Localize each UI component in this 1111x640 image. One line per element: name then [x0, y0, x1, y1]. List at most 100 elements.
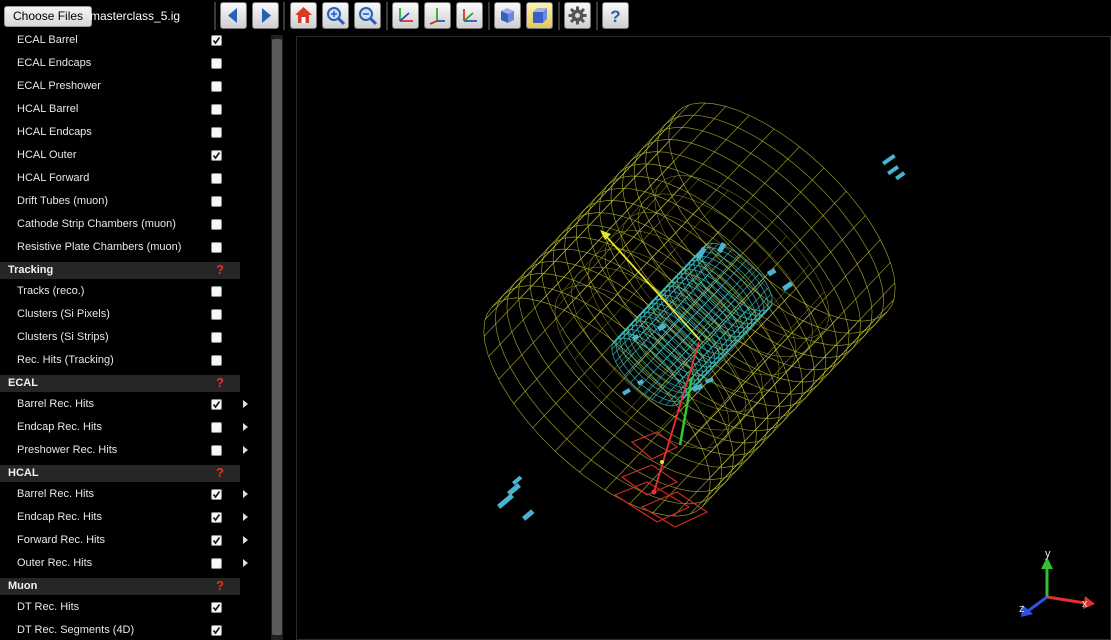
settings-button[interactable]	[564, 2, 591, 29]
expand-arrow-icon[interactable]	[243, 423, 248, 431]
help-button[interactable]: ?	[602, 2, 629, 29]
layer-item-label: ECAL Barrel	[17, 35, 78, 46]
layer-checkbox[interactable]	[211, 150, 222, 161]
choose-files-button[interactable]: Choose Files	[4, 6, 93, 27]
layer-checkbox[interactable]	[211, 445, 222, 456]
expand-arrow-icon[interactable]	[243, 559, 248, 567]
layer-item[interactable]: HCAL Barrel	[0, 98, 240, 121]
expand-arrow-icon[interactable]	[243, 536, 248, 544]
layer-item-label: Endcap Rec. Hits	[17, 421, 102, 433]
layer-item[interactable]: HCAL Endcaps	[0, 121, 240, 144]
event-display-viewport[interactable]: x y z	[296, 36, 1111, 640]
layer-item[interactable]: Clusters (Si Strips)	[0, 326, 240, 349]
y-axis-label: y	[1045, 548, 1051, 560]
layer-item[interactable]: Barrel Rec. Hits	[0, 393, 248, 416]
section-help-icon[interactable]: ?	[216, 375, 224, 390]
zoom-out-button[interactable]	[354, 2, 381, 29]
check-icon	[212, 401, 221, 409]
layer-item[interactable]: Drift Tubes (muon)	[0, 190, 240, 213]
layer-checkbox[interactable]	[211, 35, 222, 46]
expand-arrow-icon[interactable]	[243, 513, 248, 521]
layer-item[interactable]: HCAL Forward	[0, 167, 240, 190]
sidebar: ECAL Barrel ECAL Endcaps ECAL Preshower HCA…	[0, 35, 285, 640]
layer-checkbox[interactable]	[211, 558, 222, 569]
section-help-icon[interactable]: ?	[216, 262, 224, 277]
check-icon	[212, 37, 221, 45]
layer-checkbox[interactable]	[211, 242, 222, 253]
zoom-out-icon	[359, 7, 378, 26]
layer-item[interactable]: DT Rec. Segments (4D)	[0, 619, 240, 640]
layer-checkbox[interactable]	[211, 625, 222, 636]
expand-arrow-icon[interactable]	[243, 446, 248, 454]
layer-checkbox[interactable]	[211, 399, 222, 410]
view-xz-button[interactable]	[456, 2, 483, 29]
layer-checkbox[interactable]	[211, 535, 222, 546]
section-header-label: Muon	[8, 580, 38, 592]
layer-item-label: HCAL Forward	[17, 172, 90, 184]
z-axis-label: z	[1019, 603, 1025, 615]
scrollbar-thumb[interactable]	[272, 39, 282, 635]
layer-checkbox[interactable]	[211, 355, 222, 366]
event-display-scene: x y z	[483, 102, 1095, 617]
layer-item[interactable]: ECAL Endcaps	[0, 52, 240, 75]
layer-checkbox[interactable]	[211, 512, 222, 523]
zoom-in-button[interactable]	[322, 2, 349, 29]
axis-triad: x y z	[1019, 548, 1095, 617]
check-icon	[212, 491, 221, 499]
layer-checkbox[interactable]	[211, 196, 222, 207]
section-header-label: HCAL	[8, 467, 39, 479]
section-header-label: ECAL	[8, 377, 38, 389]
help-icon: ?	[610, 7, 620, 26]
layer-checkbox[interactable]	[211, 422, 222, 433]
section-help-icon[interactable]: ?	[216, 578, 224, 593]
layer-item[interactable]: Tracks (reco.)	[0, 280, 240, 303]
layer-item-label: DT Rec. Segments (4D)	[17, 624, 135, 636]
perspective-button[interactable]	[494, 2, 521, 29]
layer-item-label: Resistive Plate Chambers (muon)	[17, 241, 182, 253]
sidebar-scrollbar[interactable]	[271, 35, 283, 640]
view-xy-button[interactable]	[392, 2, 419, 29]
back-button[interactable]	[220, 2, 247, 29]
layer-item-label: Clusters (Si Strips)	[17, 331, 109, 343]
layer-item[interactable]: Resistive Plate Chambers (muon)	[0, 236, 240, 259]
layer-item-label: ECAL Preshower	[17, 80, 101, 92]
layer-checkbox[interactable]	[211, 127, 222, 138]
expand-arrow-icon[interactable]	[243, 490, 248, 498]
expand-arrow-icon[interactable]	[243, 400, 248, 408]
layer-item[interactable]: ECAL Barrel	[0, 35, 240, 52]
axes-yz-icon	[429, 8, 445, 25]
forward-button[interactable]	[252, 2, 279, 29]
layer-item[interactable]: ECAL Preshower	[0, 75, 240, 98]
layer-checkbox[interactable]	[211, 602, 222, 613]
layer-item-label: Tracks (reco.)	[17, 285, 85, 297]
layer-checkbox[interactable]	[211, 286, 222, 297]
layer-checkbox[interactable]	[211, 309, 222, 320]
layer-item[interactable]: Forward Rec. Hits	[0, 529, 248, 552]
layer-checkbox[interactable]	[211, 489, 222, 500]
z-axis-line	[1027, 595, 1048, 613]
orthographic-button[interactable]	[526, 2, 553, 29]
layer-item[interactable]: DT Rec. Hits	[0, 596, 240, 619]
layer-item[interactable]: HCAL Outer	[0, 144, 240, 167]
layer-item-label: Barrel Rec. Hits	[17, 398, 95, 410]
layer-item-label: Outer Rec. Hits	[17, 557, 93, 569]
layer-item[interactable]: Cathode Strip Chambers (muon)	[0, 213, 240, 236]
home-view-button[interactable]	[290, 2, 317, 29]
layer-checkbox[interactable]	[211, 58, 222, 69]
layer-item[interactable]: Rec. Hits (Tracking)	[0, 349, 240, 372]
home-icon	[295, 7, 312, 23]
layer-item[interactable]: Clusters (Si Pixels)	[0, 303, 240, 326]
toolbar: Choose Files masterclass_5.ig ?	[0, 0, 1111, 33]
layer-checkbox[interactable]	[211, 173, 222, 184]
layer-item[interactable]: Outer Rec. Hits	[0, 552, 248, 575]
layer-item[interactable]: Endcap Rec. Hits	[0, 506, 248, 529]
view-yz-button[interactable]	[424, 2, 451, 29]
layer-checkbox[interactable]	[211, 219, 222, 230]
layer-checkbox[interactable]	[211, 104, 222, 115]
layer-item[interactable]: Endcap Rec. Hits	[0, 416, 248, 439]
layer-item[interactable]: Barrel Rec. Hits	[0, 483, 248, 506]
layer-checkbox[interactable]	[211, 332, 222, 343]
section-help-icon[interactable]: ?	[216, 465, 224, 480]
layer-checkbox[interactable]	[211, 81, 222, 92]
layer-item[interactable]: Preshower Rec. Hits	[0, 439, 248, 462]
